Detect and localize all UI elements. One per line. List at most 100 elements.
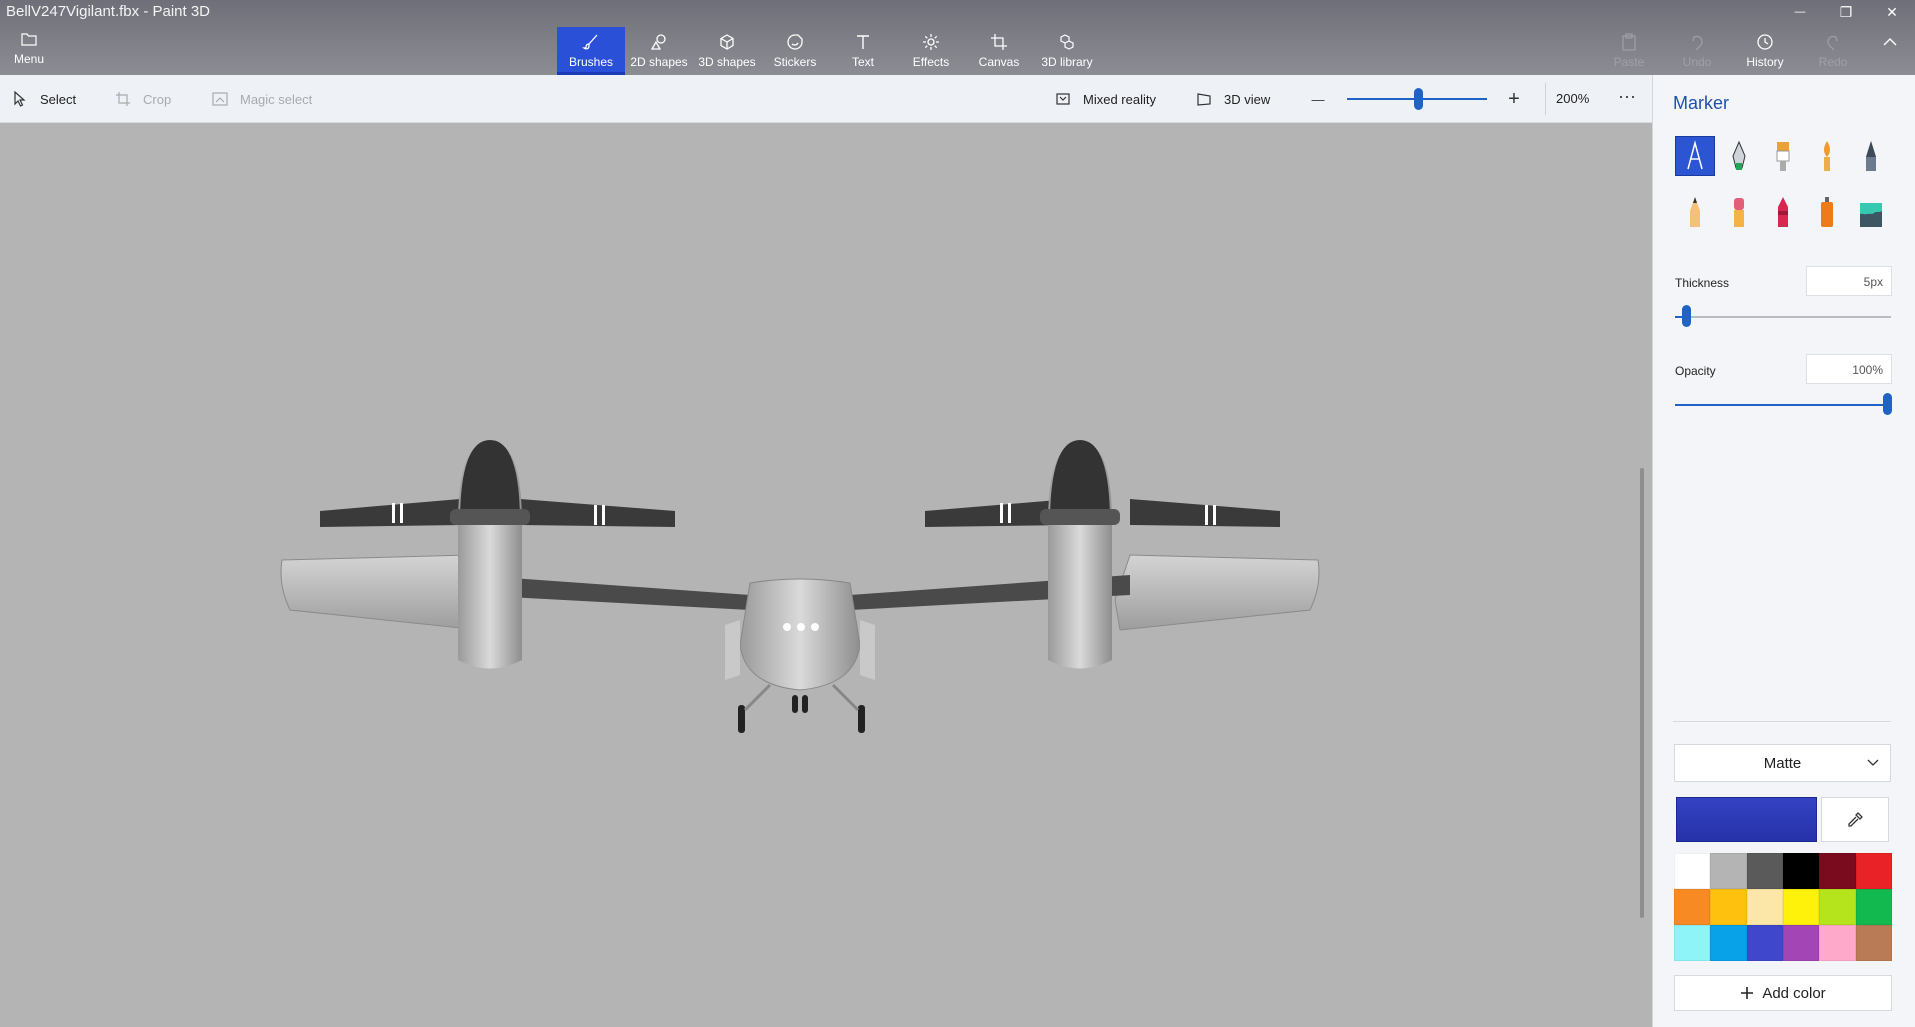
minimize-button[interactable]: — [1777, 0, 1823, 24]
tool-effects[interactable]: Effects [897, 27, 965, 75]
brush-fill[interactable] [1851, 192, 1891, 232]
color-swatch[interactable] [1746, 889, 1783, 925]
color-swatch[interactable] [1855, 925, 1892, 961]
color-swatch[interactable] [1819, 889, 1856, 925]
brush-spray-can[interactable] [1807, 192, 1847, 232]
brush-marker[interactable] [1675, 136, 1715, 176]
effects-icon [923, 34, 939, 50]
tool-label: 3D shapes [698, 55, 756, 69]
redo-button[interactable]: Redo [1803, 27, 1863, 75]
brush-pixel-pen[interactable] [1851, 136, 1891, 176]
zoom-level[interactable]: 200% [1556, 75, 1589, 123]
tool-canvas[interactable]: Canvas [965, 27, 1033, 75]
paste-button[interactable]: Paste [1599, 27, 1659, 75]
top-toolbar: BellV247Vigilant.fbx - Paint 3D — ❐ ✕ Me… [0, 0, 1915, 75]
restore-button[interactable]: ❐ [1823, 0, 1869, 24]
color-swatch[interactable] [1710, 853, 1747, 889]
window-title: BellV247Vigilant.fbx - Paint 3D [6, 3, 211, 20]
tool-3d-shapes[interactable]: 3D shapes [693, 27, 761, 75]
tool-label: Effects [912, 55, 950, 69]
undo-button[interactable]: Undo [1667, 27, 1727, 75]
color-swatch[interactable] [1674, 853, 1711, 889]
opacity-slider-thumb[interactable] [1883, 393, 1892, 415]
marker-icon [1687, 140, 1703, 170]
aircraft-3d-model[interactable] [270, 415, 1330, 745]
tool-text[interactable]: Text [829, 27, 897, 75]
tool-3d-library[interactable]: 3D library [1033, 27, 1101, 75]
tool-label: Brushes [568, 55, 614, 69]
more-options-button[interactable]: ··· [1614, 87, 1640, 111]
color-swatch[interactable] [1855, 889, 1892, 925]
magic-select-label: Magic select [240, 91, 313, 107]
select-button[interactable]: Select [12, 75, 76, 123]
pencil-icon [1690, 197, 1700, 227]
color-swatch[interactable] [1782, 853, 1820, 889]
opacity-input[interactable]: 100% [1806, 354, 1892, 384]
brush-oil[interactable] [1763, 136, 1803, 176]
color-swatch[interactable] [1819, 853, 1856, 889]
magic-select-button[interactable]: Magic select [212, 75, 312, 123]
brush-watercolor[interactable] [1807, 136, 1847, 176]
brush-pencil[interactable] [1675, 192, 1715, 232]
mixed-reality-icon [1056, 93, 1070, 105]
color-swatch[interactable] [1819, 925, 1856, 961]
color-swatch[interactable] [1674, 889, 1711, 925]
pixel-pen-icon [1866, 141, 1876, 171]
opacity-slider-track[interactable] [1675, 404, 1891, 406]
brush-icon [582, 34, 598, 50]
mixed-reality-button[interactable]: Mixed reality [1055, 75, 1156, 123]
color-swatch[interactable] [1710, 889, 1747, 925]
history-button[interactable]: History [1735, 27, 1795, 75]
minus-icon: — [1311, 91, 1325, 107]
color-swatch[interactable] [1746, 853, 1783, 889]
brush-eraser[interactable] [1719, 192, 1759, 232]
close-button[interactable]: ✕ [1869, 0, 1915, 24]
color-palette [1674, 853, 1892, 961]
eraser-icon [1734, 198, 1744, 227]
ellipsis-icon: ··· [1618, 86, 1636, 106]
close-icon: ✕ [1886, 3, 1898, 20]
add-color-label: Add color [1762, 984, 1826, 1002]
color-swatch[interactable] [1782, 889, 1820, 925]
color-swatch[interactable] [1746, 925, 1783, 961]
folder-icon [21, 33, 37, 46]
3d-view-button[interactable]: 3D view [1196, 75, 1270, 123]
canvas-icon [991, 34, 1007, 50]
color-swatch[interactable] [1855, 853, 1892, 889]
thickness-input[interactable]: 5px [1806, 266, 1892, 296]
plus-icon [1741, 987, 1754, 999]
crop-icon [116, 92, 130, 106]
tool-stickers[interactable]: Stickers [761, 27, 829, 75]
eyedropper-button[interactable] [1821, 797, 1889, 842]
undo-label: Undo [1682, 55, 1712, 69]
calligraphy-pen-icon [1732, 140, 1746, 170]
collapse-toolbar-button[interactable] [1872, 27, 1908, 75]
chevron-down-icon [1867, 759, 1879, 766]
history-label: History [1746, 55, 1784, 69]
paste-icon [1622, 33, 1636, 51]
thickness-slider-thumb[interactable] [1682, 305, 1691, 327]
zoom-in-button[interactable]: + [1502, 87, 1526, 111]
3d-library-icon [1060, 34, 1074, 50]
add-color-button[interactable]: Add color [1674, 975, 1892, 1011]
minimize-icon: — [1794, 6, 1806, 18]
crop-button[interactable]: Crop [115, 75, 171, 123]
tool-brushes[interactable]: Brushes [557, 27, 625, 75]
zoom-slider-thumb[interactable] [1414, 88, 1423, 110]
cursor-icon [14, 91, 26, 107]
zoom-out-button[interactable]: — [1306, 87, 1330, 111]
color-swatch[interactable] [1674, 925, 1711, 961]
undo-icon [1692, 35, 1703, 51]
brush-crayon[interactable] [1763, 192, 1803, 232]
finish-dropdown[interactable]: Matte [1674, 744, 1891, 782]
thickness-slider-track[interactable] [1675, 316, 1891, 318]
current-color-swatch[interactable] [1676, 797, 1817, 842]
brush-calligraphy-pen[interactable] [1719, 136, 1759, 176]
tool-2d-shapes[interactable]: 2D shapes [625, 27, 693, 75]
color-swatch[interactable] [1782, 925, 1820, 961]
thickness-label: Thickness [1675, 276, 1730, 290]
vertical-scrollbar[interactable] [1640, 468, 1644, 918]
menu-button[interactable]: Menu [6, 30, 52, 72]
magic-select-icon [212, 92, 228, 106]
color-swatch[interactable] [1710, 925, 1747, 961]
